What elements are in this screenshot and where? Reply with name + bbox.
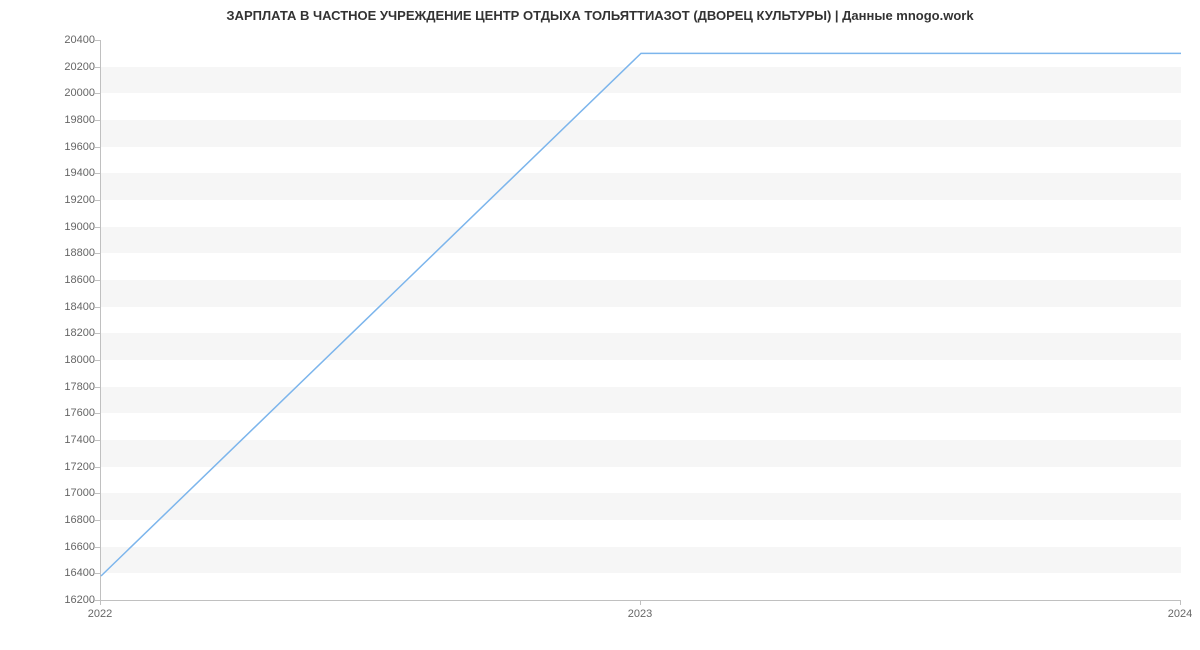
y-axis-label: 19800 (64, 114, 95, 126)
y-tick (95, 467, 100, 468)
y-tick (95, 147, 100, 148)
y-tick (95, 307, 100, 308)
x-tick (640, 600, 641, 605)
y-axis-label: 16400 (64, 567, 95, 579)
y-axis-label: 17600 (64, 407, 95, 419)
y-tick (95, 120, 100, 121)
x-axis-label: 2023 (628, 608, 652, 620)
y-tick (95, 547, 100, 548)
y-tick (95, 200, 100, 201)
y-tick (95, 333, 100, 334)
y-axis-label: 19000 (64, 221, 95, 233)
y-axis-label: 17400 (64, 434, 95, 446)
y-axis-label: 18400 (64, 301, 95, 313)
y-tick (95, 493, 100, 494)
y-axis-label: 16600 (64, 541, 95, 553)
y-tick (95, 40, 100, 41)
x-tick (1180, 600, 1181, 605)
y-axis-label: 17000 (64, 487, 95, 499)
y-axis-label: 18200 (64, 327, 95, 339)
y-axis-label: 20400 (64, 34, 95, 46)
y-axis-label: 19600 (64, 141, 95, 153)
y-tick (95, 520, 100, 521)
y-tick (95, 93, 100, 94)
y-tick (95, 360, 100, 361)
y-axis-label: 20200 (64, 61, 95, 73)
y-tick (95, 387, 100, 388)
line-series (101, 40, 1181, 600)
y-tick (95, 440, 100, 441)
x-axis-label: 2024 (1168, 608, 1192, 620)
x-axis-label: 2022 (88, 608, 112, 620)
y-axis-label: 18600 (64, 274, 95, 286)
y-axis-label: 18800 (64, 247, 95, 259)
chart-container: ЗАРПЛАТА В ЧАСТНОЕ УЧРЕЖДЕНИЕ ЦЕНТР ОТДЫ… (0, 0, 1200, 650)
y-axis-label: 17200 (64, 461, 95, 473)
y-tick (95, 253, 100, 254)
plot-area (100, 40, 1181, 601)
y-tick (95, 573, 100, 574)
y-axis-label: 16800 (64, 514, 95, 526)
y-tick (95, 227, 100, 228)
chart-title: ЗАРПЛАТА В ЧАСТНОЕ УЧРЕЖДЕНИЕ ЦЕНТР ОТДЫ… (0, 8, 1200, 23)
y-tick (95, 67, 100, 68)
y-tick (95, 280, 100, 281)
y-axis-label: 17800 (64, 381, 95, 393)
y-axis-label: 20000 (64, 87, 95, 99)
x-tick (100, 600, 101, 605)
y-tick (95, 173, 100, 174)
y-axis-label: 18000 (64, 354, 95, 366)
y-axis-label: 19400 (64, 167, 95, 179)
y-axis-label: 16200 (64, 594, 95, 606)
y-tick (95, 413, 100, 414)
y-axis-label: 19200 (64, 194, 95, 206)
